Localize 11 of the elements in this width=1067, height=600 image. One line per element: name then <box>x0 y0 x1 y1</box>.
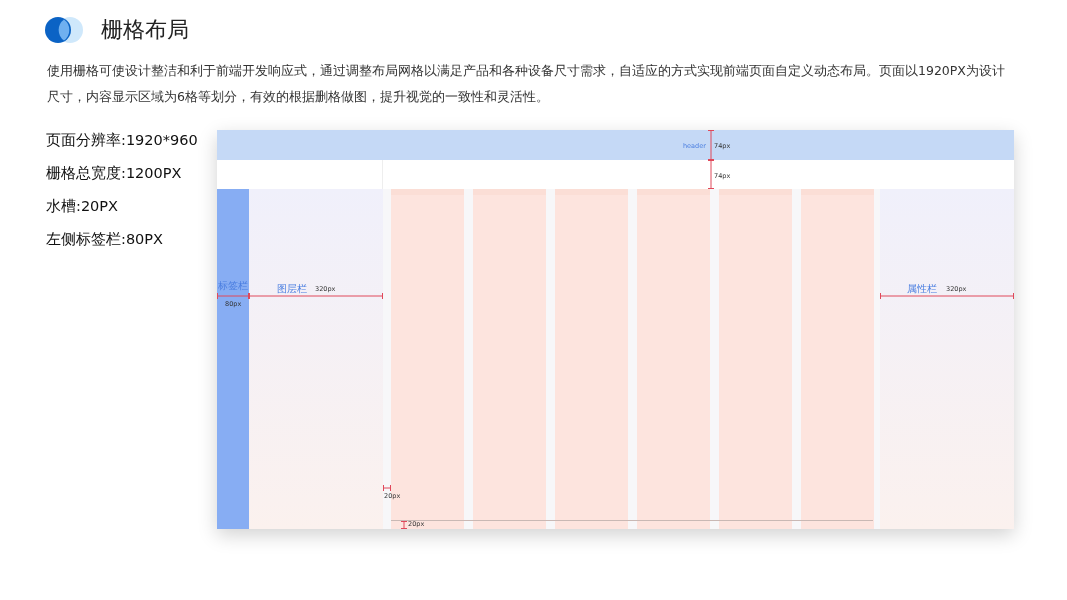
dimension-arrow <box>383 485 391 491</box>
page-title: 栅格布局 <box>101 16 189 44</box>
dimension-arrow <box>401 521 407 529</box>
layer-panel-label: 图层栏 <box>277 283 307 294</box>
spec-text: 页面分辨率:1920*960 <box>46 131 198 150</box>
property-panel-label: 属性栏 <box>907 283 937 294</box>
logo-icon <box>44 16 84 44</box>
spec-text: 左侧标签栏:80PX <box>46 230 163 249</box>
spec-text: 栅格总宽度:1200PX <box>46 164 182 183</box>
spec-text: 水槽:20PX <box>46 197 118 216</box>
description-text: 使用栅格可使设计整洁和利于前端开发响应式，通过调整布局网格以满足产品和各种设备尺寸需求，自适应的方式实现前端页面自定义动态布局。页面以1920PX为设计尺寸，内容显示区域为6格等划分，有效的根据删格做图，提升视觉的一致性和灵活性。 <box>47 62 1006 106</box>
